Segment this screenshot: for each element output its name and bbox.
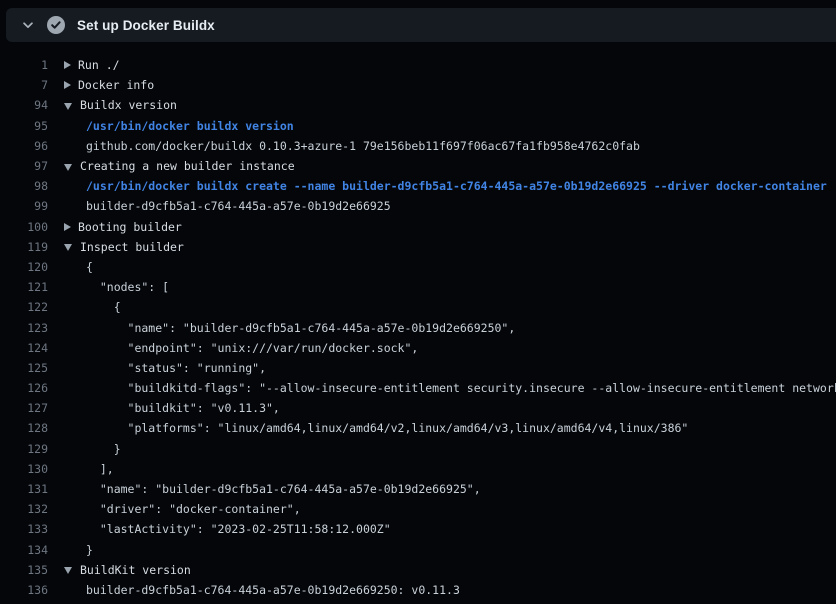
line-number[interactable]: 128 — [0, 421, 48, 435]
log-line: 136 builder-d9cfb5a1-c764-445a-a57e-0b19… — [0, 580, 836, 600]
line-number[interactable]: 1 — [0, 58, 48, 72]
line-number[interactable]: 119 — [0, 240, 48, 254]
line-text: builder-d9cfb5a1-c764-445a-a57e-0b19d2e6… — [86, 199, 391, 213]
line-text: /usr/bin/docker buildx create --name bui… — [86, 179, 827, 193]
line-number[interactable]: 135 — [0, 563, 48, 577]
log-line: 133 "lastActivity": "2023-02-25T11:58:12… — [0, 519, 836, 539]
line-text: Docker info — [78, 78, 154, 92]
line-text: BuildKit version — [80, 563, 191, 577]
line-text: "status": "running", — [86, 361, 266, 375]
log-output: 1 Run ./ 7 Docker info 94 Buildx version… — [0, 42, 836, 600]
log-line: 95 /usr/bin/docker buildx version — [0, 116, 836, 136]
log-line[interactable]: 97 Creating a new builder instance — [0, 156, 836, 176]
line-number[interactable]: 132 — [0, 502, 48, 516]
log-line: 120 { — [0, 257, 836, 277]
line-number[interactable]: 122 — [0, 300, 48, 314]
line-text: "platforms": "linux/amd64,linux/amd64/v2… — [86, 421, 688, 435]
line-number[interactable]: 7 — [0, 78, 48, 92]
collapse-step-button[interactable] — [19, 16, 37, 34]
log-line[interactable]: 94 Buildx version — [0, 95, 836, 115]
log-line: 121 "nodes": [ — [0, 277, 836, 297]
line-number[interactable]: 121 — [0, 280, 48, 294]
check-circle-icon — [47, 16, 65, 34]
line-number[interactable]: 96 — [0, 139, 48, 153]
disclosure-triangle-icon[interactable] — [64, 223, 71, 231]
line-text: "buildkit": "v0.11.3", — [86, 401, 280, 415]
log-line: 134 } — [0, 540, 836, 560]
line-number[interactable]: 97 — [0, 159, 48, 173]
step-title: Set up Docker Buildx — [77, 18, 215, 33]
step-header[interactable]: Set up Docker Buildx — [6, 8, 836, 42]
log-line: 125 "status": "running", — [0, 358, 836, 378]
line-text: "endpoint": "unix:///var/run/docker.sock… — [86, 341, 418, 355]
line-number[interactable]: 125 — [0, 361, 48, 375]
line-text: } — [86, 543, 93, 557]
log-line[interactable]: 1 Run ./ — [0, 55, 836, 75]
log-line: 130 ], — [0, 459, 836, 479]
disclosure-triangle-icon[interactable] — [64, 103, 72, 110]
log-line[interactable]: 135 BuildKit version — [0, 560, 836, 580]
disclosure-triangle-icon[interactable] — [64, 244, 72, 251]
log-line: 131 "name": "builder-d9cfb5a1-c764-445a-… — [0, 479, 836, 499]
line-text: Run ./ — [78, 58, 120, 72]
log-line[interactable]: 100 Booting builder — [0, 217, 836, 237]
line-number[interactable]: 95 — [0, 119, 48, 133]
log-line: 129 } — [0, 439, 836, 459]
line-text: builder-d9cfb5a1-c764-445a-a57e-0b19d2e6… — [86, 583, 460, 597]
line-number[interactable]: 98 — [0, 179, 48, 193]
line-text: "name": "builder-d9cfb5a1-c764-445a-a57e… — [86, 482, 481, 496]
line-number[interactable]: 124 — [0, 341, 48, 355]
log-line[interactable]: 119 Inspect builder — [0, 237, 836, 257]
line-text: ], — [86, 462, 114, 476]
line-number[interactable]: 134 — [0, 543, 48, 557]
log-line: 126 "buildkitd-flags": "--allow-insecure… — [0, 378, 836, 398]
line-text: { — [86, 300, 121, 314]
line-text: Creating a new builder instance — [80, 159, 295, 173]
line-number[interactable]: 123 — [0, 321, 48, 335]
line-number[interactable]: 133 — [0, 522, 48, 536]
line-number[interactable]: 99 — [0, 199, 48, 213]
line-text: Buildx version — [80, 98, 177, 112]
line-text: "driver": "docker-container", — [86, 502, 301, 516]
line-text: Booting builder — [78, 220, 182, 234]
log-line: 128 "platforms": "linux/amd64,linux/amd6… — [0, 418, 836, 438]
log-line: 132 "driver": "docker-container", — [0, 499, 836, 519]
line-number[interactable]: 94 — [0, 98, 48, 112]
disclosure-triangle-icon[interactable] — [64, 61, 71, 69]
line-text: /usr/bin/docker buildx version — [86, 119, 294, 133]
line-text: "buildkitd-flags": "--allow-insecure-ent… — [86, 381, 836, 395]
line-number[interactable]: 127 — [0, 401, 48, 415]
log-line: 98 /usr/bin/docker buildx create --name … — [0, 176, 836, 196]
disclosure-triangle-icon[interactable] — [64, 164, 72, 171]
line-text: "lastActivity": "2023-02-25T11:58:12.000… — [86, 522, 391, 536]
log-line: 124 "endpoint": "unix:///var/run/docker.… — [0, 338, 836, 358]
line-number[interactable]: 126 — [0, 381, 48, 395]
log-line[interactable]: 7 Docker info — [0, 75, 836, 95]
log-line: 96 github.com/docker/buildx 0.10.3+azure… — [0, 136, 836, 156]
line-number[interactable]: 136 — [0, 583, 48, 597]
actions-log-viewer: Set up Docker Buildx 1 Run ./ 7 Docker i… — [0, 0, 836, 604]
line-number[interactable]: 131 — [0, 482, 48, 496]
log-line: 123 "name": "builder-d9cfb5a1-c764-445a-… — [0, 317, 836, 337]
line-text: } — [86, 442, 121, 456]
line-number[interactable]: 130 — [0, 462, 48, 476]
log-line: 122 { — [0, 297, 836, 317]
chevron-down-icon — [21, 18, 35, 32]
disclosure-triangle-icon[interactable] — [64, 567, 72, 574]
line-text: github.com/docker/buildx 0.10.3+azure-1 … — [86, 139, 640, 153]
line-number[interactable]: 100 — [0, 220, 48, 234]
line-text: { — [86, 260, 93, 274]
log-line: 127 "buildkit": "v0.11.3", — [0, 398, 836, 418]
line-number[interactable]: 129 — [0, 442, 48, 456]
line-text: Inspect builder — [80, 240, 184, 254]
disclosure-triangle-icon[interactable] — [64, 81, 71, 89]
log-line: 99 builder-d9cfb5a1-c764-445a-a57e-0b19d… — [0, 196, 836, 216]
line-text: "name": "builder-d9cfb5a1-c764-445a-a57e… — [86, 321, 515, 335]
line-number[interactable]: 120 — [0, 260, 48, 274]
line-text: "nodes": [ — [86, 280, 169, 294]
